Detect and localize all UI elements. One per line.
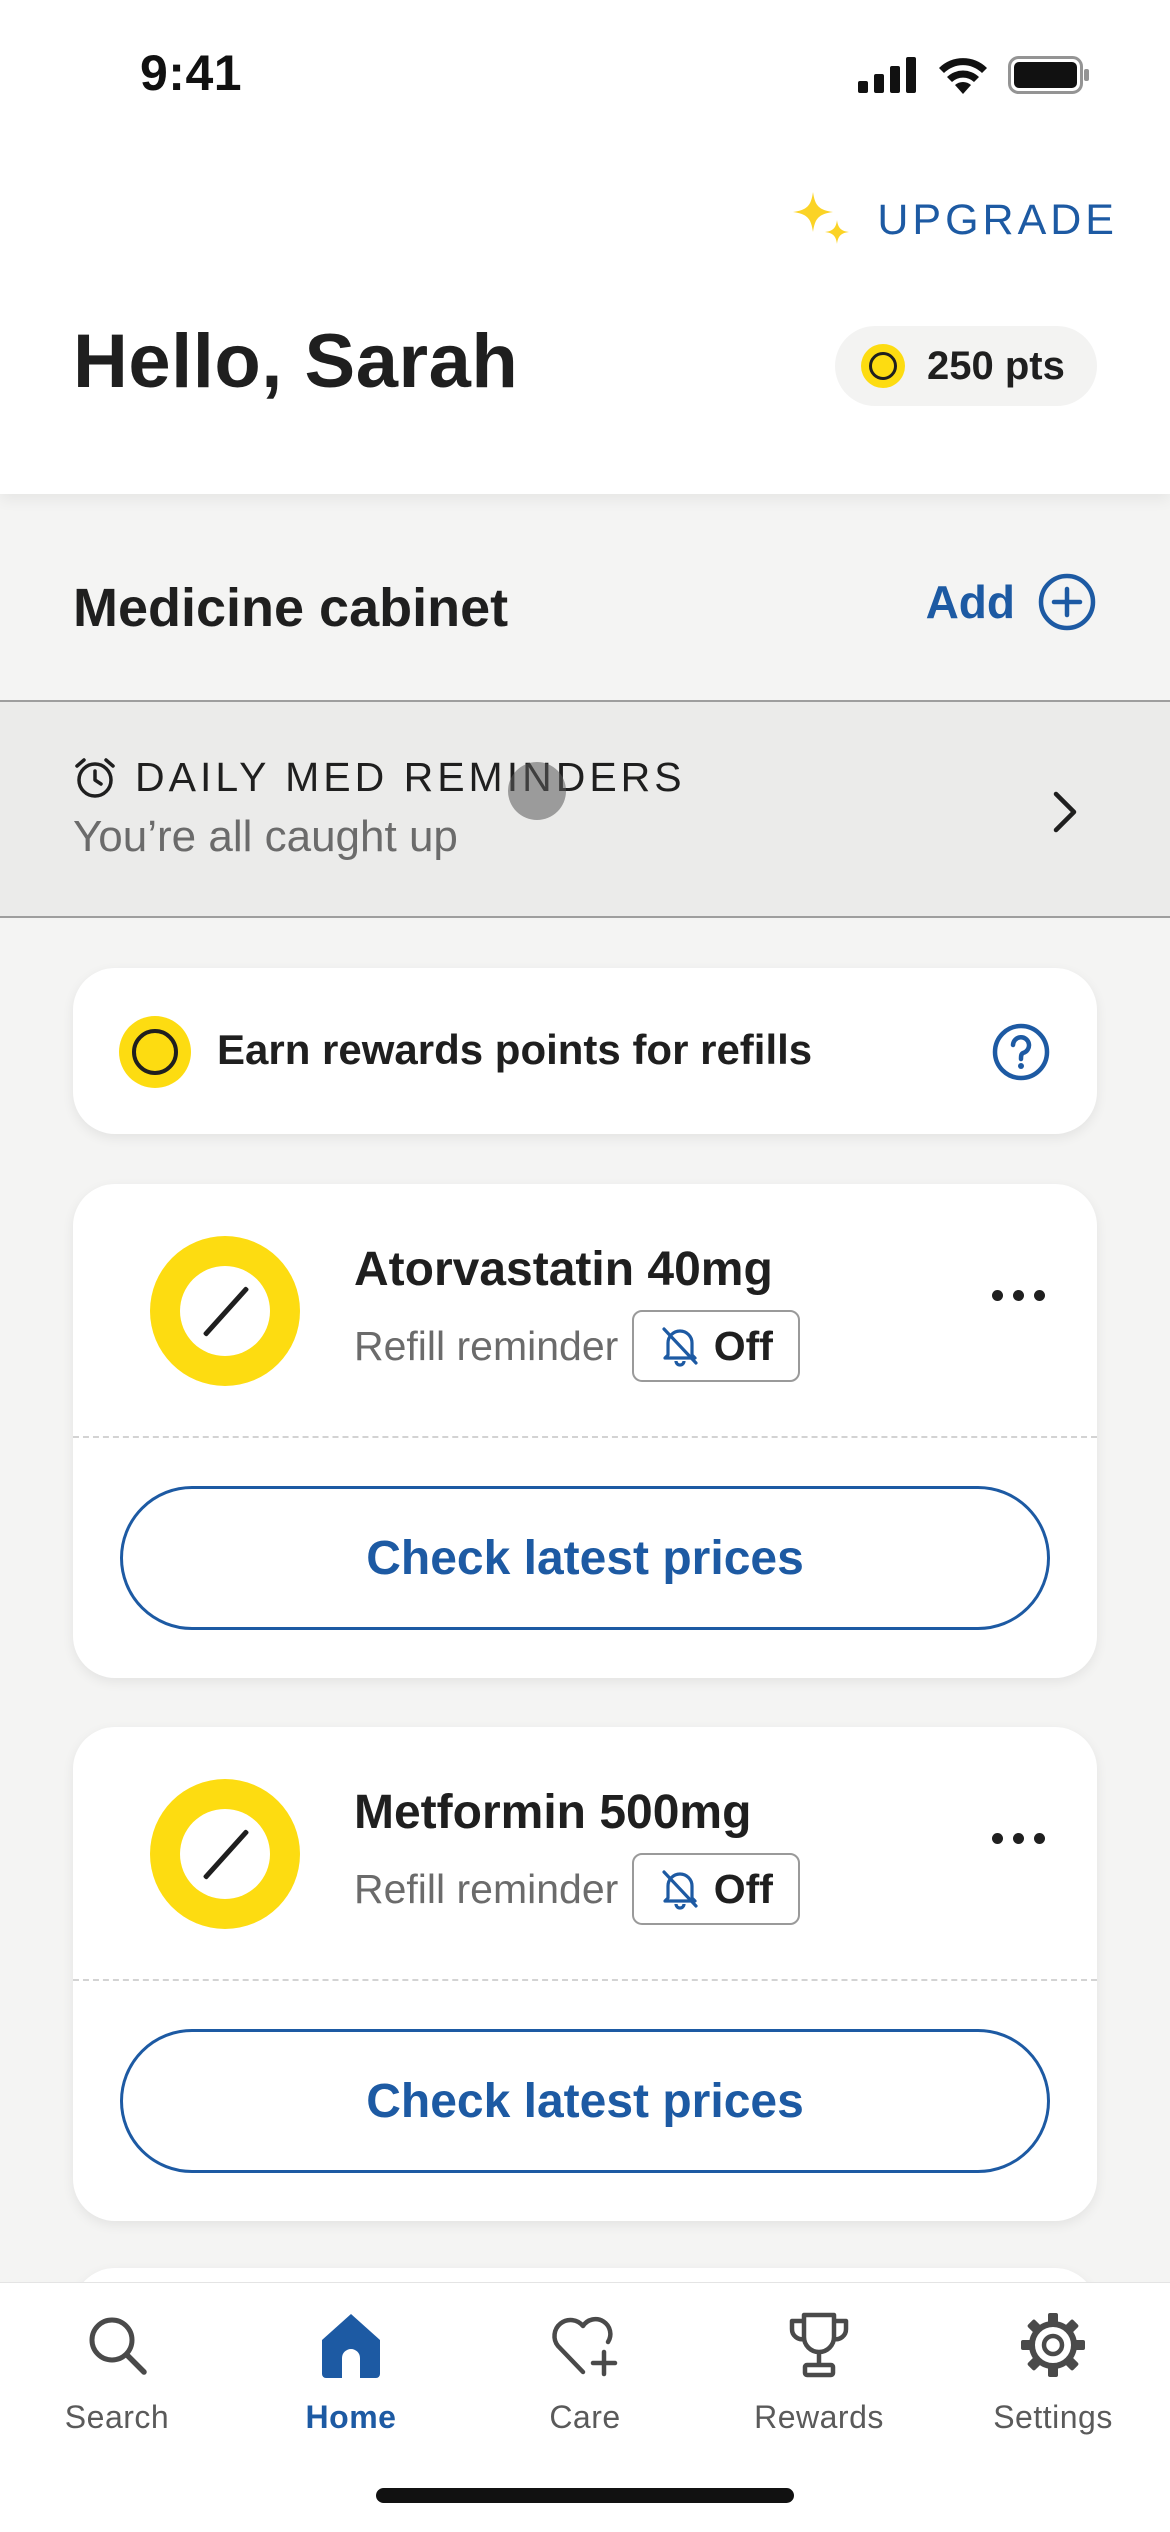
reminders-title-row: DAILY MED REMINDERS (73, 754, 686, 801)
tab-care[interactable]: Care (468, 2305, 702, 2436)
daily-med-reminders[interactable]: DAILY MED REMINDERS You’re all caught up (0, 700, 1170, 918)
refill-reminder-row: Refill reminder Off (354, 1853, 801, 1925)
home-indicator (376, 2488, 794, 2503)
gear-icon (1021, 2313, 1085, 2377)
upgrade-button[interactable]: UPGRADE (789, 190, 1118, 250)
add-medication-button[interactable]: Add (926, 572, 1097, 632)
battery-icon (1008, 56, 1089, 94)
check-prices-label: Check latest prices (366, 2074, 804, 2128)
reminder-state: Off (713, 1865, 773, 1912)
cellular-signal-icon (858, 57, 916, 93)
medication-card: Atorvastatin 40mg Refill reminder Off Ch… (73, 1184, 1097, 1678)
bell-off-icon (662, 1327, 698, 1367)
rewards-banner[interactable]: Earn rewards points for refills (73, 968, 1097, 1134)
plus-circle-icon (1038, 573, 1096, 631)
alarm-clock-icon (75, 757, 115, 798)
search-icon (89, 2317, 147, 2375)
medication-card: Metformin 500mg Refill reminder Off Chec… (73, 1727, 1097, 2221)
tab-label: Care (549, 2399, 621, 2435)
bell-off-icon (662, 1870, 698, 1910)
status-icons (858, 56, 1090, 94)
more-options-icon[interactable] (992, 1290, 1045, 1301)
add-label: Add (925, 576, 1015, 628)
card-divider (73, 1436, 1097, 1438)
tab-search[interactable]: Search (0, 2305, 234, 2436)
chevron-right-icon (1053, 791, 1077, 833)
reminders-subtitle: You’re all caught up (73, 812, 458, 861)
tab-label: Search (64, 2399, 170, 2435)
points-value: 250 pts (927, 343, 1065, 388)
points-badge[interactable]: 250 pts (835, 326, 1097, 406)
check-prices-label: Check latest prices (366, 1531, 804, 1585)
refill-reminder-label: Refill reminder (354, 1865, 619, 1912)
pill-icon (150, 1779, 300, 1929)
refill-reminder-toggle[interactable]: Off (632, 1310, 801, 1382)
trophy-icon (789, 2312, 849, 2378)
rewards-banner-text: Earn rewards points for refills (217, 1026, 813, 1073)
sparkle-icon (793, 192, 850, 244)
refill-reminder-label: Refill reminder (354, 1322, 619, 1369)
refill-reminder-toggle[interactable]: Off (632, 1853, 801, 1925)
wifi-icon (939, 58, 987, 94)
tab-label: Settings (993, 2399, 1113, 2435)
medicine-cabinet-header: Medicine cabinet Add (0, 494, 1170, 700)
card-divider (73, 1979, 1097, 1981)
rewards-coin-icon (119, 1016, 191, 1088)
status-bar: 9:41 (0, 0, 1170, 150)
heart-plus-icon (552, 2316, 618, 2377)
tab-label: Home (305, 2399, 397, 2435)
reminder-state: Off (713, 1322, 773, 1369)
medication-name: Atorvastatin 40mg (354, 1243, 773, 1296)
touch-indicator (508, 762, 566, 820)
status-time: 9:41 (140, 45, 243, 101)
home-icon (322, 2314, 380, 2378)
tab-settings[interactable]: Settings (936, 2305, 1170, 2436)
check-prices-button[interactable]: Check latest prices (120, 2029, 1050, 2173)
medicine-cabinet-title: Medicine cabinet (73, 578, 509, 638)
header: 9:41 UPGRADE Hello, Sarah 250 pts (0, 0, 1170, 494)
medication-name: Metformin 500mg (354, 1786, 752, 1839)
tab-label: Rewards (754, 2399, 884, 2435)
more-options-icon[interactable] (992, 1833, 1045, 1844)
refill-reminder-row: Refill reminder Off (354, 1310, 801, 1382)
help-icon[interactable] (991, 1022, 1051, 1082)
check-prices-button[interactable]: Check latest prices (120, 1486, 1050, 1630)
tab-rewards[interactable]: Rewards (702, 2305, 936, 2436)
reminders-title: DAILY MED REMINDERS (135, 754, 686, 800)
upgrade-label: UPGRADE (877, 195, 1118, 244)
points-coin-icon (861, 344, 905, 388)
greeting-title: Hello, Sarah (73, 319, 519, 404)
tab-home[interactable]: Home (234, 2305, 468, 2436)
pill-icon (150, 1236, 300, 1386)
